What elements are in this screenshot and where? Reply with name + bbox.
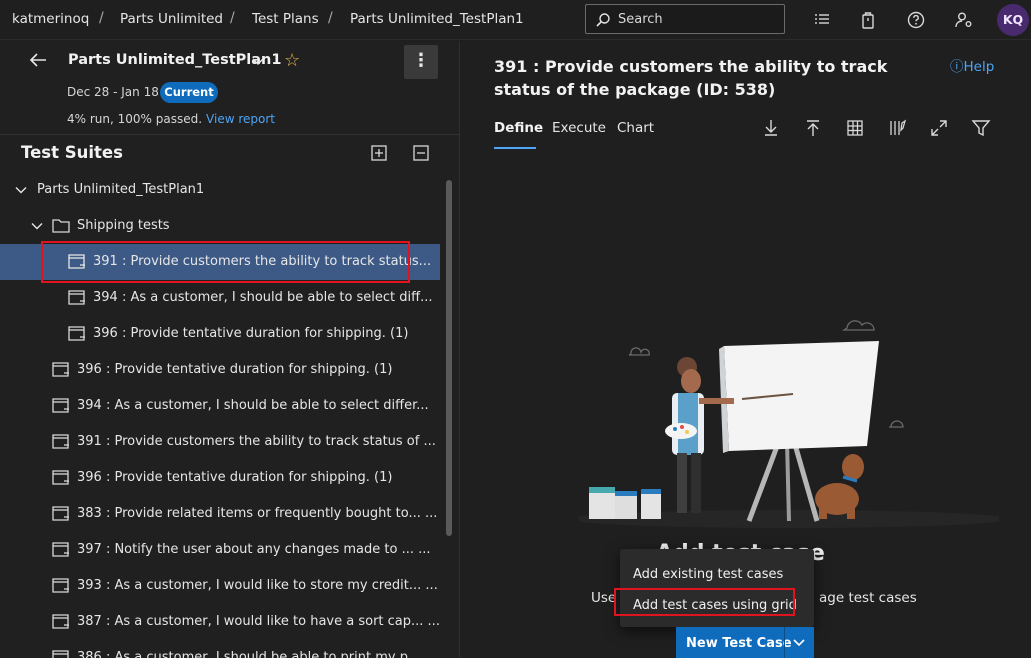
left-panel: Parts Unlimited_TestPlan1 ☆ ⋮ Dec 28 - J… <box>0 41 460 658</box>
tab-underline <box>494 147 536 149</box>
highlight-box <box>41 241 410 283</box>
right-panel: 391 : Provide customers the ability to t… <box>461 41 1031 658</box>
tree-item-label: Parts Unlimited_TestPlan1 <box>37 182 205 197</box>
requirement-suite-icon <box>68 290 85 305</box>
tree-item[interactable]: 393 : As a customer, I would like to sto… <box>0 568 440 604</box>
requirement-suite-icon <box>52 470 69 485</box>
tree-item[interactable]: 396 : Provide tentative duration for shi… <box>0 460 440 496</box>
tree-item[interactable]: 391 : Provide customers the ability to t… <box>0 424 440 460</box>
help-icon[interactable] <box>906 10 926 30</box>
breadcrumb-separator: / <box>99 10 104 26</box>
help-label: Help <box>963 59 995 75</box>
expand-icon[interactable] <box>929 118 949 138</box>
requirement-suite-icon <box>52 542 69 557</box>
new-suite-icon[interactable] <box>370 144 388 162</box>
requirement-suite-icon <box>52 434 69 449</box>
tree-item[interactable]: 394 : As a customer, I should be able to… <box>0 388 440 424</box>
tree-item[interactable]: 387 : As a customer, I would like to hav… <box>0 604 440 640</box>
chevron-down-icon[interactable] <box>15 184 27 196</box>
tree-item[interactable]: 396 : Provide tentative duration for shi… <box>0 352 440 388</box>
upload-icon[interactable] <box>803 118 823 138</box>
new-test-case-button[interactable]: New Test Case <box>676 627 814 658</box>
requirement-suite-icon <box>52 362 69 377</box>
user-settings-icon[interactable] <box>954 10 974 30</box>
tree-item-label: Shipping tests <box>77 218 170 233</box>
breadcrumb-separator: / <box>328 10 333 26</box>
tree-item-label: 386 : As a customer, I should be able to… <box>77 650 421 658</box>
scrollbar[interactable] <box>446 180 452 536</box>
tree-item[interactable]: 386 : As a customer, I should be able to… <box>0 640 440 658</box>
favorite-star-icon[interactable]: ☆ <box>284 50 300 71</box>
back-arrow-icon[interactable] <box>28 50 48 70</box>
filter-icon[interactable] <box>971 118 991 138</box>
tree-item-label: 383 : Provide related items or frequentl… <box>77 506 438 521</box>
breadcrumb-separator: / <box>230 10 235 26</box>
work-item-title: 391 : Provide customers the ability to t… <box>494 57 888 99</box>
chevron-down-icon[interactable] <box>251 54 265 68</box>
tree-item-label: 396 : Provide tentative duration for shi… <box>77 470 393 485</box>
breadcrumb-plan[interactable]: Parts Unlimited_TestPlan1 <box>350 11 524 27</box>
highlight-box <box>614 588 795 616</box>
tree-item[interactable]: 394 : As a customer, I should be able to… <box>0 280 440 316</box>
tree-item[interactable]: 396 : Provide tentative duration for shi… <box>0 316 440 352</box>
breadcrumb-test-plans[interactable]: Test Plans <box>252 11 319 27</box>
requirement-suite-icon <box>52 506 69 521</box>
test-suites-heading: Test Suites <box>21 143 123 162</box>
painter-illustration <box>579 320 999 528</box>
menu-item-add-existing[interactable]: Add existing test cases <box>633 567 783 582</box>
folder-icon <box>52 219 70 233</box>
split-divider <box>784 627 785 658</box>
tree-item[interactable]: 397 : Notify the user about any changes … <box>0 532 440 568</box>
avatar[interactable]: KQ <box>997 4 1029 36</box>
tab-define[interactable]: Define <box>494 120 543 136</box>
plan-title[interactable]: Parts Unlimited_TestPlan1 <box>68 52 281 68</box>
requirement-suite-icon <box>52 650 69 658</box>
tree-item-plan[interactable]: Parts Unlimited_TestPlan1 <box>0 172 440 208</box>
plan-dates: Dec 28 - Jan 18 <box>67 85 159 99</box>
view-report-link[interactable]: View report <box>206 112 275 126</box>
search-placeholder: Search <box>618 12 663 27</box>
search-input[interactable]: Search <box>585 4 785 34</box>
requirement-suite-icon <box>52 614 69 629</box>
tab-execute[interactable]: Execute <box>552 120 606 136</box>
tree-item-label: 394 : As a customer, I should be able to… <box>77 398 429 413</box>
status-badge: Current <box>160 82 218 103</box>
tree-item-folder[interactable]: Shipping tests <box>0 208 440 244</box>
collapse-all-icon[interactable] <box>412 144 430 162</box>
new-test-case-label: New Test Case <box>686 636 792 651</box>
more-actions-button[interactable]: ⋮ <box>404 45 438 79</box>
tree-item-label: 387 : As a customer, I would like to hav… <box>77 614 440 629</box>
search-icon <box>596 13 610 27</box>
chevron-down-icon[interactable] <box>792 637 806 649</box>
download-icon[interactable] <box>761 118 781 138</box>
breadcrumb-org[interactable]: katmerinoq <box>12 11 89 27</box>
chevron-down-icon[interactable] <box>31 220 43 232</box>
list-settings-icon[interactable] <box>812 10 832 30</box>
tree-item-label: 393 : As a customer, I would like to sto… <box>77 578 438 593</box>
divider <box>0 134 460 135</box>
help-link[interactable]: ⓘHelp <box>950 55 994 75</box>
tab-chart[interactable]: Chart <box>617 120 654 136</box>
tree-item-label: 397 : Notify the user about any changes … <box>77 542 431 557</box>
top-bar: katmerinoq / Parts Unlimited / Test Plan… <box>0 0 1031 40</box>
breadcrumb-project[interactable]: Parts Unlimited <box>120 11 223 27</box>
tree-item-label: 396 : Provide tentative duration for shi… <box>77 362 393 377</box>
shopping-bag-icon[interactable] <box>858 10 878 30</box>
empty-state-subtitle: age test cases <box>819 590 917 606</box>
tree-item[interactable]: 383 : Provide related items or frequentl… <box>0 496 440 532</box>
help-icon: ⓘ <box>950 59 964 75</box>
requirement-suite-icon <box>52 398 69 413</box>
requirement-suite-icon <box>52 578 69 593</box>
run-summary: 4% run, 100% passed. View report <box>67 112 275 126</box>
tree-item-label: 394 : As a customer, I should be able to… <box>93 290 433 305</box>
requirement-suite-icon <box>68 326 85 341</box>
run-summary-text: 4% run, 100% passed. <box>67 112 203 126</box>
tree-item-label: 396 : Provide tentative duration for shi… <box>93 326 409 341</box>
tree-item-label: 391 : Provide customers the ability to t… <box>77 434 436 449</box>
column-options-icon[interactable] <box>887 118 907 138</box>
grid-icon[interactable] <box>845 118 865 138</box>
